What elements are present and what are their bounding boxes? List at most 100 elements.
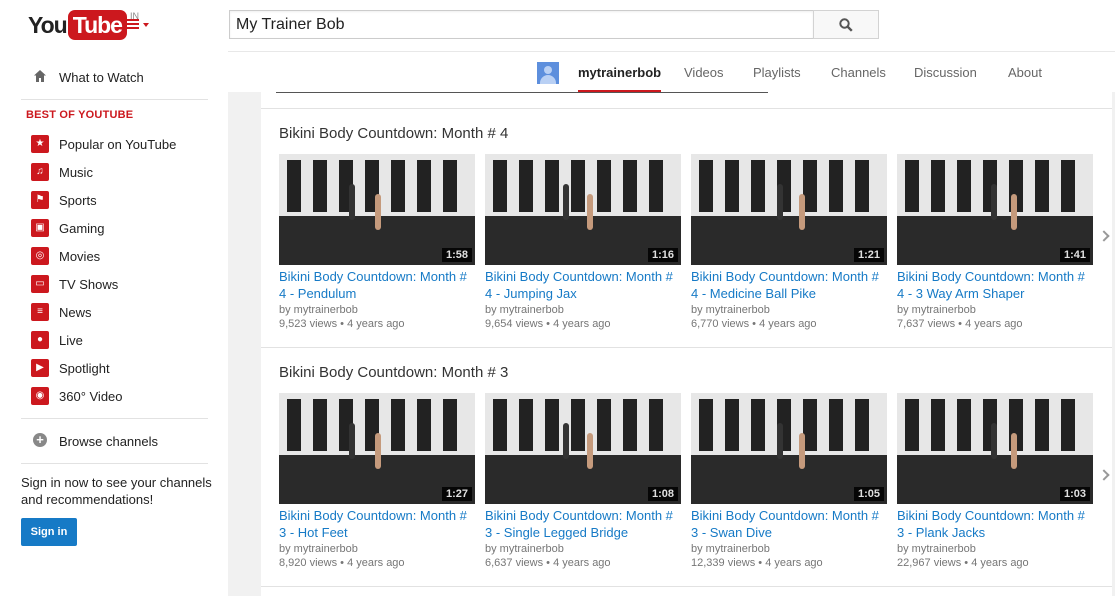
shelf-title[interactable]: Bikini Body Countdown: Month # 3 bbox=[279, 364, 508, 381]
tab-discussion[interactable]: Discussion bbox=[914, 52, 977, 93]
video-duration: 1:05 bbox=[853, 487, 884, 501]
guide-item-live[interactable]: ● Live bbox=[21, 326, 208, 354]
meta-separator-dot: • bbox=[955, 318, 966, 330]
thumb-wall-panel bbox=[855, 160, 869, 212]
thumb-figure bbox=[991, 423, 997, 459]
video-card: 1:16 Bikini Body Countdown: Month # 4 - J… bbox=[485, 154, 681, 340]
guide-item-movies[interactable]: ◎ Movies bbox=[21, 242, 208, 270]
thumb-wall-panel bbox=[443, 160, 457, 212]
thumb-wall-panel bbox=[957, 399, 971, 451]
thumb-wall-panel bbox=[571, 160, 585, 212]
video-meta: 12,339 views • 4 years ago bbox=[691, 557, 823, 569]
guide-item-label: Movies bbox=[59, 248, 101, 264]
thumb-figure bbox=[1011, 194, 1017, 230]
thumb-wall-panel bbox=[751, 160, 765, 212]
video-channel-byline[interactable]: by mytrainerbob bbox=[485, 304, 564, 316]
guide-item-tv-shows[interactable]: ▭ TV Shows bbox=[21, 270, 208, 298]
thumb-wall-panel bbox=[905, 160, 919, 212]
thumb-wall-panel bbox=[287, 399, 301, 451]
guide-sidebar: What to Watch BEST OF YOUTUBE ★ Popular o… bbox=[0, 51, 228, 596]
thumb-figure bbox=[587, 433, 593, 469]
search-input[interactable] bbox=[229, 10, 814, 39]
shelf-next-arrow-icon[interactable] bbox=[1097, 467, 1109, 483]
signin-button[interactable]: Sign in bbox=[21, 518, 77, 546]
thumb-wall-panel bbox=[623, 160, 637, 212]
thumb-wall-panel bbox=[649, 160, 663, 212]
youtube-logo[interactable]: You Tube IN bbox=[28, 10, 139, 40]
logo-you-text: You bbox=[28, 12, 68, 38]
video-thumbnail[interactable]: 1:03 bbox=[897, 393, 1093, 504]
guide-item-music[interactable]: ♫ Music bbox=[21, 158, 208, 186]
guide-item-spotlight[interactable]: ▶ Spotlight bbox=[21, 354, 208, 382]
masthead: You Tube IN bbox=[0, 0, 1115, 51]
video-title-link[interactable]: Bikini Body Countdown: Month # 4 - 3 Way… bbox=[897, 268, 1093, 302]
guide-item-news[interactable]: ≡ News bbox=[21, 298, 208, 326]
guide-divider bbox=[21, 463, 208, 464]
guide-item-sports[interactable]: ⚑ Sports bbox=[21, 186, 208, 214]
video-card: 1:27 Bikini Body Countdown: Month # 3 - H… bbox=[279, 393, 475, 579]
video-upload-age: 4 years ago bbox=[965, 318, 1023, 330]
shelf-next-arrow-icon[interactable] bbox=[1097, 228, 1109, 244]
video-thumbnail[interactable]: 1:58 bbox=[279, 154, 475, 265]
video-duration: 1:21 bbox=[853, 248, 884, 262]
tab-about[interactable]: About bbox=[1008, 52, 1042, 93]
video-channel-byline[interactable]: by mytrainerbob bbox=[897, 304, 976, 316]
video-channel-byline[interactable]: by mytrainerbob bbox=[279, 543, 358, 555]
thumb-figure bbox=[375, 433, 381, 469]
thumb-wall-panel bbox=[571, 399, 585, 451]
channel-avatar[interactable] bbox=[537, 62, 559, 84]
video-view-count: 7,637 views bbox=[897, 318, 956, 330]
video-thumbnail[interactable]: 1:08 bbox=[485, 393, 681, 504]
video-thumbnail[interactable]: 1:16 bbox=[485, 154, 681, 265]
guide-item-gaming[interactable]: ▣ Gaming bbox=[21, 214, 208, 242]
video-channel-byline[interactable]: by mytrainerbob bbox=[279, 304, 358, 316]
guide-item-browse-channels[interactable]: + Browse channels bbox=[21, 427, 208, 455]
tab-channel-home[interactable]: mytrainerbob bbox=[578, 52, 662, 93]
video-channel-byline[interactable]: by mytrainerbob bbox=[897, 543, 976, 555]
video-title-link[interactable]: Bikini Body Countdown: Month # 3 - Singl… bbox=[485, 507, 681, 541]
video-channel-byline[interactable]: by mytrainerbob bbox=[485, 543, 564, 555]
video-thumbnail[interactable]: 1:05 bbox=[691, 393, 887, 504]
video-title-link[interactable]: Bikini Body Countdown: Month # 4 - Medic… bbox=[691, 268, 887, 302]
tab-channels[interactable]: Channels bbox=[831, 52, 886, 93]
video-title-link[interactable]: Bikini Body Countdown: Month # 4 - Pendu… bbox=[279, 268, 475, 302]
video-title-link[interactable]: Bikini Body Countdown: Month # 3 - Plank… bbox=[897, 507, 1093, 541]
tab-videos[interactable]: Videos bbox=[684, 52, 724, 93]
guide-item-360-video[interactable]: ◉ 360° Video bbox=[21, 382, 208, 410]
thumb-wall-panel bbox=[1061, 399, 1075, 451]
thumb-wall-panel bbox=[751, 399, 765, 451]
thumb-figure bbox=[587, 194, 593, 230]
shelf-title[interactable]: Bikini Body Countdown: Month # 4 bbox=[279, 125, 508, 142]
thumb-figure bbox=[777, 184, 783, 220]
video-title-link[interactable]: Bikini Body Countdown: Month # 3 - Hot F… bbox=[279, 507, 475, 541]
logo-tube-text: Tube bbox=[67, 10, 127, 40]
guide-item-what-to-watch[interactable]: What to Watch bbox=[21, 63, 208, 91]
thumb-wall-panel bbox=[391, 399, 405, 451]
video-thumbnail[interactable]: 1:21 bbox=[691, 154, 887, 265]
search-button[interactable] bbox=[813, 10, 879, 39]
video-view-count: 6,637 views bbox=[485, 557, 544, 569]
channel-header: mytrainerbob Videos Playlists Channels D… bbox=[228, 51, 1115, 93]
tab-playlists[interactable]: Playlists bbox=[753, 52, 801, 93]
video-upload-age: 4 years ago bbox=[971, 557, 1029, 569]
tv-shows-icon: ▭ bbox=[31, 275, 49, 293]
video-card: 1:08 Bikini Body Countdown: Month # 3 - S… bbox=[485, 393, 681, 579]
best-of-youtube-heading[interactable]: BEST OF YOUTUBE bbox=[26, 109, 133, 121]
video-title-link[interactable]: Bikini Body Countdown: Month # 4 - Jumpi… bbox=[485, 268, 681, 302]
video-channel-byline[interactable]: by mytrainerbob bbox=[691, 543, 770, 555]
guide-item-label: Live bbox=[59, 332, 83, 348]
guide-item-popular[interactable]: ★ Popular on YouTube bbox=[21, 130, 208, 158]
content-top-rule bbox=[276, 92, 768, 93]
video-title-link[interactable]: Bikini Body Countdown: Month # 3 - Swan … bbox=[691, 507, 887, 541]
video-duration: 1:03 bbox=[1059, 487, 1090, 501]
guide-item-label: TV Shows bbox=[59, 276, 119, 292]
meta-separator-dot: • bbox=[755, 557, 766, 569]
thumb-wall-panel bbox=[545, 399, 559, 451]
video-thumbnail[interactable]: 1:41 bbox=[897, 154, 1093, 265]
guide-menu-button[interactable] bbox=[126, 18, 152, 34]
thumb-figure bbox=[349, 423, 355, 459]
video-channel-byline[interactable]: by mytrainerbob bbox=[691, 304, 770, 316]
thumb-figure bbox=[563, 423, 569, 459]
hamburger-icon bbox=[126, 19, 139, 21]
video-thumbnail[interactable]: 1:27 bbox=[279, 393, 475, 504]
